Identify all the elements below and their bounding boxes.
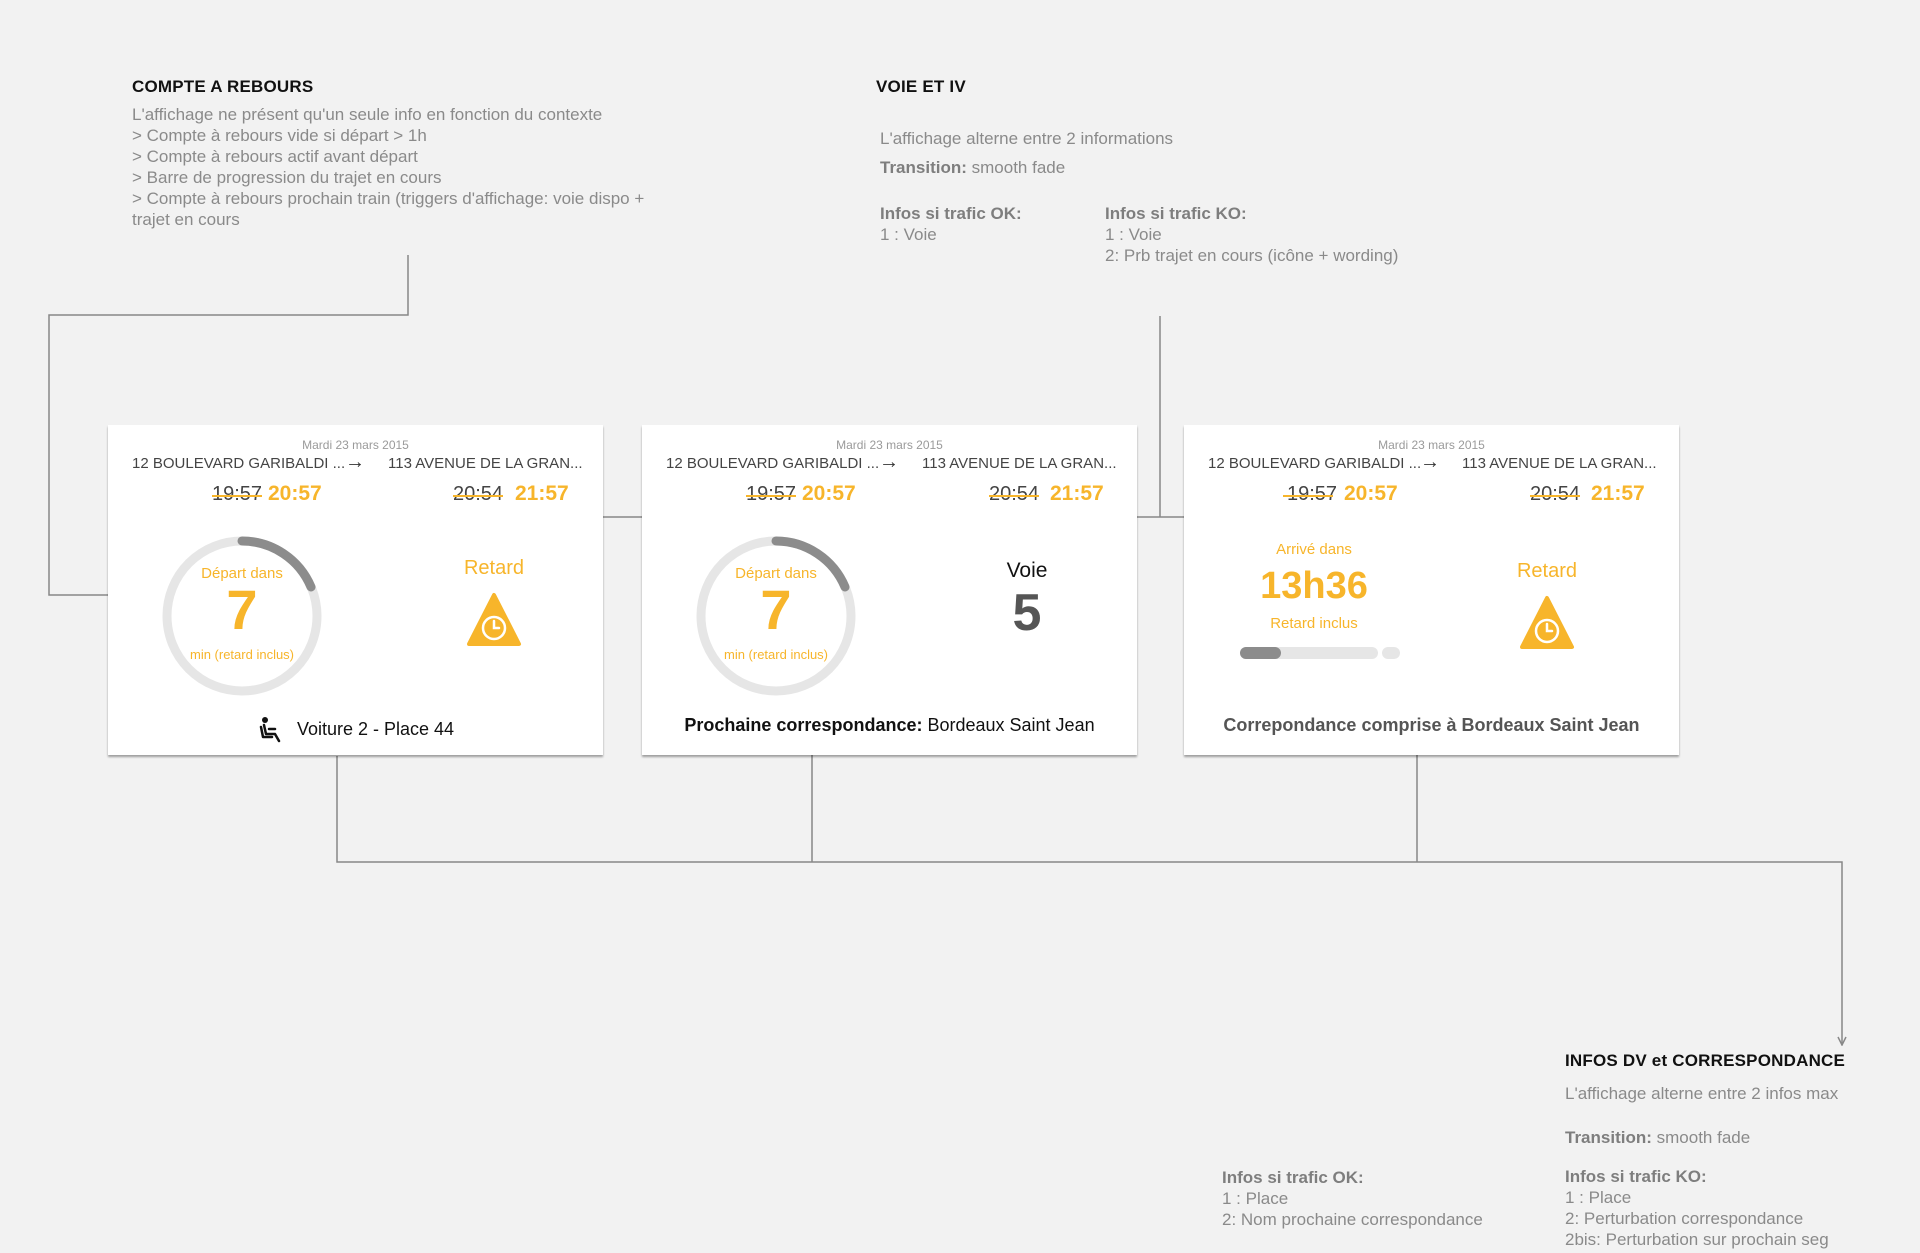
countdown-note-line: > Compte à rebours actif avant départ xyxy=(132,147,418,166)
card-date: Mardi 23 mars 2015 xyxy=(1378,438,1485,452)
countdown-note-line: > Barre de progression du trajet en cour… xyxy=(132,168,442,187)
countdown-ring: Départ dans 7 min (retard inclus) xyxy=(695,535,857,697)
voie-transition-label: Transition: xyxy=(880,158,967,177)
countdown-note-line: > Compte à rebours vide si départ > 1h xyxy=(132,126,427,145)
infos-ko-block: Infos si trafic KO: 1 : Place 2: Perturb… xyxy=(1565,1166,1829,1250)
infos-note-title: INFOS DV et CORRESPONDANCE xyxy=(1565,1051,1846,1070)
arrival-new-time: 21:57 xyxy=(1050,482,1104,505)
voie-transition: Transition: smooth fade xyxy=(880,157,1065,178)
arrival-countdown: 13h36 xyxy=(1260,565,1368,607)
voie-ok-title: Infos si trafic OK: xyxy=(880,204,1022,223)
route-to: 113 AVENUE DE LA GRAN... xyxy=(922,455,1117,472)
next-connection-label: Prochaine correspondance: xyxy=(684,715,923,735)
voie-ko-item: 2: Prb trajet en cours (icône + wording) xyxy=(1105,246,1399,265)
departure-strike xyxy=(746,495,796,497)
route-to: 113 AVENUE DE LA GRAN... xyxy=(388,455,583,472)
departure-new-time: 20:57 xyxy=(268,482,322,505)
countdown-ring: Départ dans 7 min (retard inclus) xyxy=(161,535,323,697)
infos-connector-1 xyxy=(336,756,1842,1045)
route-arrow-icon: → xyxy=(345,451,365,473)
arrival-label: Arrivé dans xyxy=(1276,541,1352,558)
voie-transition-value: smooth fade xyxy=(966,158,1066,177)
countdown-note-line: > Compte à rebours prochain train (trigg… xyxy=(132,189,645,208)
voie-value: 5 xyxy=(1012,584,1042,642)
countdown-value: 7 xyxy=(226,578,258,641)
arrival-strike xyxy=(1530,495,1580,497)
voie-ok-block: Infos si trafic OK: 1 : Voie xyxy=(880,203,1022,245)
trip-progress-bar xyxy=(1240,647,1378,659)
infos-note-line: L'affichage alterne entre 2 infos max xyxy=(1565,1084,1839,1103)
route-from: 12 BOULEVARD GARIBALDI ... xyxy=(132,455,346,472)
arrival-new-time: 21:57 xyxy=(1591,482,1645,505)
infos-ko-item: 2bis: Perturbation sur prochain seg xyxy=(1565,1230,1829,1249)
infos-transition-label: Transition: xyxy=(1565,1128,1652,1147)
departure-new-time: 20:57 xyxy=(802,482,856,505)
route-arrow-icon: → xyxy=(1420,451,1440,473)
seat-info: Voiture 2 - Place 44 xyxy=(108,715,603,743)
countdown-note-line: L'affichage ne présent qu'un seule info … xyxy=(132,105,603,124)
infos-ko-item: 2: Perturbation correspondance xyxy=(1565,1209,1804,1228)
infos-transition-value: smooth fade xyxy=(1651,1128,1751,1147)
card-date: Mardi 23 mars 2015 xyxy=(836,438,943,452)
voie-note-title: VOIE ET IV xyxy=(876,77,966,96)
card-countdown: Mardi 23 mars 2015 12 BOULEVARD GARIBALD… xyxy=(108,425,603,755)
arrival-sub: Retard inclus xyxy=(1270,615,1358,632)
voie-ko-block: Infos si trafic KO: 1 : Voie 2: Prb traj… xyxy=(1105,203,1398,266)
infos-ok-block: Infos si trafic OK: 1 : Place 2: Nom pro… xyxy=(1222,1167,1483,1230)
trip-progress-fill xyxy=(1240,647,1282,659)
countdown-note: COMPTE A REBOURS L'affichage ne présent … xyxy=(132,77,644,230)
retard-label: Retard xyxy=(1516,560,1578,582)
route-from: 12 BOULEVARD GARIBALDI ... xyxy=(666,455,880,472)
infos-ok-item: 2: Nom prochaine correspondance xyxy=(1222,1210,1483,1229)
arrival-strike xyxy=(989,495,1039,497)
delay-warning-icon xyxy=(1517,593,1577,653)
arrival-strike xyxy=(453,495,503,497)
seat-text: Voiture 2 - Place 44 xyxy=(296,718,455,739)
departure-strike xyxy=(1283,495,1333,497)
departure-new-time: 20:57 xyxy=(1344,482,1398,505)
countdown-note-line: trajet en cours xyxy=(132,210,240,229)
voie-ko-item: 1 : Voie xyxy=(1105,225,1162,244)
voie-label: Voie xyxy=(1006,559,1048,582)
card-date: Mardi 23 mars 2015 xyxy=(302,438,409,452)
infos-ko-item: 1 : Place xyxy=(1565,1188,1632,1207)
route-from: 12 BOULEVARD GARIBALDI ... xyxy=(1208,455,1422,472)
infos-transition: Transition: smooth fade xyxy=(1565,1127,1750,1148)
countdown-value: 7 xyxy=(760,578,792,641)
route-to: 113 AVENUE DE LA GRAN... xyxy=(1462,455,1657,472)
infos-ok-title: Infos si trafic OK: xyxy=(1222,1168,1364,1187)
trip-progress-end xyxy=(1382,647,1400,659)
voie-note: VOIE ET IV xyxy=(876,77,966,97)
infos-ko-title: Infos si trafic KO: xyxy=(1565,1167,1707,1186)
departure-strike xyxy=(212,495,262,497)
voie-note-line: L'affichage alterne entre 2 informations xyxy=(880,129,1174,148)
connection-info: Correpondance comprise à Bordeaux Saint … xyxy=(1223,715,1640,735)
card-voie: Mardi 23 mars 2015 12 BOULEVARD GARIBALD… xyxy=(642,425,1137,755)
route-arrow-icon: → xyxy=(879,451,899,473)
next-connection-value: Bordeaux Saint Jean xyxy=(922,715,1095,735)
countdown-note-title: COMPTE A REBOURS xyxy=(132,77,314,96)
arrival-new-time: 21:57 xyxy=(515,482,569,505)
delay-warning-icon xyxy=(464,590,524,650)
countdown-sub: min (retard inclus) xyxy=(189,647,295,662)
seat-icon xyxy=(259,717,281,743)
countdown-sub: min (retard inclus) xyxy=(723,647,829,662)
card-arrival: Mardi 23 mars 2015 12 BOULEVARD GARIBALD… xyxy=(1184,425,1679,755)
next-connection: Prochaine correspondance: Bordeaux Saint… xyxy=(642,715,1137,736)
retard-label: Retard xyxy=(463,557,525,579)
voie-ok-item: 1 : Voie xyxy=(880,225,937,244)
infos-ok-item: 1 : Place xyxy=(1222,1189,1289,1208)
voie-ko-title: Infos si trafic KO: xyxy=(1105,204,1247,223)
